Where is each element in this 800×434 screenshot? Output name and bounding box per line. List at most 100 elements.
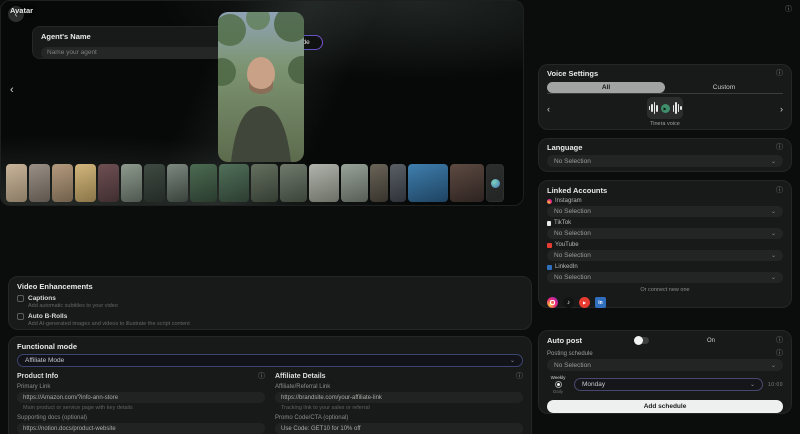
- product-info-info-icon[interactable]: ⓘ: [258, 373, 265, 380]
- avatar-thumb-7[interactable]: [144, 164, 165, 202]
- product-info-title: Product Info: [17, 373, 58, 380]
- instagram-icon: [547, 199, 552, 204]
- avatar-thumb-17[interactable]: [408, 164, 448, 202]
- avatar-thumb-5[interactable]: [98, 164, 119, 202]
- linkedin-connect-icon[interactable]: in: [595, 297, 606, 308]
- youtube-icon: [547, 243, 552, 248]
- affiliate-details-info-icon[interactable]: ⓘ: [516, 373, 523, 380]
- product-info-column: Product Info ⓘ Primary Link https://Amaz…: [17, 373, 265, 434]
- play-icon[interactable]: ▶: [661, 104, 670, 113]
- supporting-docs-label: Supporting docs (optional): [17, 415, 265, 421]
- connect-new-link[interactable]: Or connect new one: [547, 287, 783, 293]
- chevron-down-icon: ⌄: [771, 362, 776, 369]
- language-select[interactable]: No Selection ⌄: [547, 155, 783, 167]
- avatar-preview-image[interactable]: [218, 12, 304, 162]
- avatar-thumb-6[interactable]: [121, 164, 142, 202]
- voice-settings-info-icon[interactable]: ⓘ: [776, 70, 783, 77]
- avatar-thumb-12[interactable]: [280, 164, 307, 202]
- instagram-connect-icon[interactable]: [547, 297, 558, 308]
- avatar-thumb-14[interactable]: [341, 164, 368, 202]
- waveform-icon: [649, 102, 658, 114]
- linkedin-icon: [547, 265, 552, 270]
- primary-link-value: https://Amazon.com/?info-ann-store: [23, 395, 118, 401]
- auto-brolls-label: Auto B-Rolls: [28, 313, 67, 320]
- affiliate-link-input[interactable]: https://brandsite.com/your-affiliate-lin…: [275, 392, 523, 403]
- tiktok-icon: [547, 221, 551, 226]
- chevron-down-icon: ⌄: [771, 158, 776, 165]
- chevron-down-icon: ⌄: [771, 252, 776, 259]
- avatar-thumb-10[interactable]: [219, 164, 249, 202]
- captions-description: Add automatic subtitles to your video: [28, 303, 523, 309]
- voice-name-label: Tinera voice: [547, 121, 783, 127]
- avatar-thumb-9[interactable]: [190, 164, 217, 202]
- auto-post-card: Auto post On ⓘ Posting schedule ⓘ No Sel…: [538, 330, 792, 414]
- day-select[interactable]: Monday ⌄: [574, 378, 763, 391]
- posting-schedule-select[interactable]: No Selection ⌄: [547, 359, 783, 371]
- captions-checkbox[interactable]: [17, 295, 24, 302]
- voice-settings-card: Voice Settings ⓘ All Custom ‹ › ▶ Tinera…: [538, 64, 792, 130]
- voice-tab-all[interactable]: All: [547, 82, 665, 93]
- avatar-thumbnails: [6, 164, 518, 202]
- auto-post-title: Auto post: [547, 336, 582, 345]
- chevron-down-icon: ⌄: [750, 381, 755, 388]
- voice-prev-icon[interactable]: ‹: [547, 104, 550, 114]
- voice-next-icon[interactable]: ›: [780, 104, 783, 114]
- voice-settings-title: Voice Settings: [547, 69, 598, 78]
- tiktok-connect-icon[interactable]: ♪: [563, 297, 574, 308]
- youtube-label: YouTube: [555, 242, 579, 248]
- language-title: Language: [547, 143, 582, 152]
- youtube-value: No Selection: [554, 252, 591, 259]
- linkedin-value: No Selection: [554, 274, 591, 281]
- youtube-connect-icon[interactable]: ▶: [579, 297, 590, 308]
- auto-post-info-icon[interactable]: ⓘ: [776, 337, 783, 344]
- voice-sample-tile[interactable]: ▶: [647, 97, 683, 119]
- auto-brolls-description: Add AI-generated images and videos to il…: [28, 321, 523, 327]
- avatar-more[interactable]: [486, 164, 504, 202]
- avatar-thumb-16[interactable]: [390, 164, 406, 202]
- avatar-thumb-1[interactable]: [6, 164, 27, 202]
- posting-schedule-info-icon[interactable]: ⓘ: [776, 350, 783, 357]
- instagram-value: No Selection: [554, 208, 591, 215]
- promo-code-value: Use Code: GET10 for 10% off: [281, 426, 361, 432]
- youtube-select[interactable]: No Selection ⌄: [547, 250, 783, 261]
- language-card: Language ⓘ No Selection ⌄: [538, 138, 792, 172]
- avatar-thumb-3[interactable]: [52, 164, 73, 202]
- avatar-thumb-18[interactable]: [450, 164, 484, 202]
- tiktok-select[interactable]: No Selection ⌄: [547, 228, 783, 239]
- add-schedule-button[interactable]: Add schedule: [547, 400, 783, 413]
- tiktok-value: No Selection: [554, 230, 591, 237]
- auto-post-state: On: [707, 338, 715, 344]
- chevron-down-icon: ⌄: [510, 357, 515, 364]
- avatar-title: Avatar: [10, 6, 33, 15]
- language-info-icon[interactable]: ⓘ: [776, 144, 783, 151]
- weekly-label: Weekly: [551, 375, 566, 380]
- promo-code-input[interactable]: Use Code: GET10 for 10% off: [275, 423, 523, 434]
- auto-brolls-checkbox[interactable]: [17, 313, 24, 320]
- primary-link-input[interactable]: https://Amazon.com/?info-ann-store: [17, 392, 265, 403]
- linked-accounts-card: Linked Accounts ⓘ Instagram No Selection…: [538, 180, 792, 308]
- agent-settings-page: ‹ Agent's Name ⓘ Intro guide Avatar ⓘ ‹ …: [0, 0, 800, 434]
- avatar-thumb-15[interactable]: [370, 164, 388, 202]
- functional-mode-select[interactable]: Affiliate Mode ⌄: [17, 354, 523, 367]
- avatar-thumb-2[interactable]: [29, 164, 50, 202]
- day-value: Monday: [582, 381, 605, 388]
- auto-post-toggle[interactable]: [634, 337, 649, 344]
- generate-avatar-icon: [491, 179, 500, 188]
- promo-code-label: Promo Code/CTA (optional): [275, 415, 523, 421]
- tiktok-label: TikTok: [554, 220, 571, 226]
- affiliate-link-value: https://brandsite.com/your-affiliate-lin…: [281, 395, 382, 401]
- avatar-prev-icon[interactable]: ‹: [10, 84, 14, 96]
- linked-accounts-info-icon[interactable]: ⓘ: [776, 187, 783, 194]
- voice-tab-custom[interactable]: Custom: [665, 82, 783, 93]
- linkedin-select[interactable]: No Selection ⌄: [547, 272, 783, 283]
- avatar-thumb-13[interactable]: [309, 164, 339, 202]
- chevron-down-icon: ⌄: [771, 230, 776, 237]
- avatar-thumb-4[interactable]: [75, 164, 96, 202]
- avatar-thumb-8[interactable]: [167, 164, 188, 202]
- functional-mode-value: Affiliate Mode: [25, 357, 64, 364]
- time-value[interactable]: 10:00: [768, 382, 783, 388]
- supporting-docs-input[interactable]: https://notion.docs/product-website: [17, 423, 265, 434]
- weekly-radio[interactable]: [555, 381, 562, 388]
- avatar-thumb-11[interactable]: [251, 164, 278, 202]
- instagram-select[interactable]: No Selection ⌄: [547, 206, 783, 217]
